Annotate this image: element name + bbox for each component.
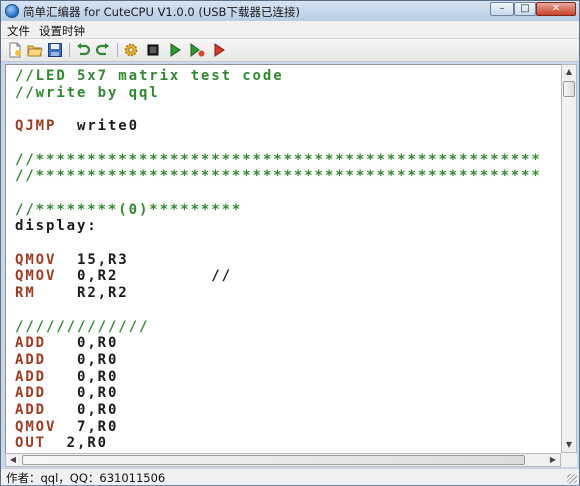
open-folder-icon[interactable]: [27, 42, 43, 58]
scroll-right-arrow-icon[interactable]: ▶: [546, 453, 560, 467]
menu-bar: 文件 设置时钟: [1, 21, 579, 39]
menu-set-clock[interactable]: 设置时钟: [39, 23, 85, 39]
app-globe-icon: [5, 4, 19, 18]
code-text: 0,R0: [46, 385, 119, 402]
code-keyword: ADD: [15, 385, 46, 402]
toolbar-separator: [117, 43, 118, 57]
resize-grip-icon[interactable]: [567, 474, 577, 484]
code-keyword: QMOV: [15, 251, 57, 268]
code-keyword: RM: [15, 285, 36, 302]
close-button[interactable]: ✕: [536, 2, 576, 16]
step-icon[interactable]: [189, 42, 205, 58]
maximize-button[interactable]: □: [514, 2, 536, 16]
code-line[interactable]: OUT 2,R0: [15, 435, 108, 452]
scroll-left-arrow-icon[interactable]: ◀: [6, 453, 20, 467]
horizontal-scroll-thumb[interactable]: [22, 455, 525, 465]
code-comment: //LED 5x7 matrix test code: [15, 68, 284, 84]
code-keyword: ADD: [15, 402, 46, 418]
status-bar: 作者：qql，QQ：631011506: [1, 468, 579, 485]
minimize-button[interactable]: –: [490, 2, 514, 16]
save-disk-icon[interactable]: [47, 42, 63, 58]
code-line[interactable]: ADD 0,R0: [15, 369, 118, 386]
code-line[interactable]: //********(0)*********: [15, 202, 242, 219]
horizontal-scrollbar[interactable]: ◀ ▶: [5, 453, 561, 467]
code-text: 0,R0: [46, 335, 119, 352]
code-line[interactable]: QMOV 15,R3: [15, 252, 129, 269]
vertical-scrollbar[interactable]: ▲ ▼: [561, 64, 577, 453]
code-editor[interactable]: //LED 5x7 matrix test code//write by qql…: [5, 64, 563, 455]
code-comment: //********(0)*********: [15, 201, 243, 218]
code-line[interactable]: ADD 0,R0: [15, 335, 118, 352]
code-line[interactable]: //write by qql: [15, 85, 160, 102]
code-text: 2,R0: [46, 435, 108, 452]
code-keyword: QMOV: [15, 268, 57, 285]
scroll-down-arrow-icon[interactable]: ▼: [562, 438, 576, 452]
new-file-icon[interactable]: [7, 42, 23, 58]
toolbar: [1, 39, 579, 62]
code-line[interactable]: //**************************************…: [15, 168, 542, 185]
code-keyword: ADD: [15, 351, 46, 368]
toolbar-separator: [69, 43, 70, 57]
scroll-corner: [561, 453, 577, 467]
code-keyword: QJMP: [15, 118, 57, 135]
code-comment: //write by qql: [15, 84, 160, 101]
code-line[interactable]: //**************************************…: [15, 152, 542, 169]
code-keyword: ADD: [15, 368, 46, 385]
title-bar[interactable]: 简单汇编器 for CuteCPU V1.0.0 (USB下载器已连接) – □…: [1, 1, 579, 21]
code-comment: //**************************************…: [15, 168, 542, 185]
code-text: write0: [56, 118, 139, 135]
code-comment: //**************************************…: [15, 151, 542, 168]
vertical-scroll-thumb[interactable]: [563, 81, 575, 97]
code-keyword: QMOV: [15, 418, 57, 435]
undo-icon[interactable]: [75, 42, 91, 58]
code-line[interactable]: RM R2,R2: [15, 285, 129, 302]
download-icon[interactable]: [211, 42, 227, 58]
run-icon[interactable]: [167, 42, 183, 58]
code-comment: /////////////: [15, 318, 150, 335]
code-line[interactable]: QJMP write0: [15, 118, 139, 135]
code-text: 0,R0: [46, 402, 119, 418]
status-author-text: 作者：qql，QQ：631011506: [6, 471, 166, 485]
gear-icon[interactable]: [123, 42, 139, 58]
code-keyword: OUT: [15, 435, 46, 452]
code-keyword: ADD: [15, 335, 46, 352]
code-line[interactable]: /////////////: [15, 319, 149, 336]
code-text: 15,R3: [56, 251, 129, 268]
code-line[interactable]: QMOV 7,R0: [15, 419, 118, 436]
code-line[interactable]: display:: [15, 218, 98, 235]
code-line[interactable]: ADD 0,R0: [15, 402, 118, 419]
code-text: 7,R0: [56, 418, 119, 435]
scroll-up-arrow-icon[interactable]: ▲: [562, 65, 576, 79]
code-line[interactable]: ADD 0,R0: [15, 352, 118, 369]
code-text: 0,R2 //: [56, 268, 232, 285]
code-text: 0,R0: [46, 351, 119, 368]
code-line[interactable]: //LED 5x7 matrix test code: [15, 68, 284, 85]
code-line[interactable]: QMOV 0,R2 //: [15, 268, 232, 285]
code-text: display:: [15, 218, 98, 235]
code-line[interactable]: ADD 0,R0: [15, 385, 118, 402]
window-title: 简单汇编器 for CuteCPU V1.0.0 (USB下载器已连接): [23, 5, 300, 19]
stop-icon[interactable]: [145, 42, 161, 58]
menu-file[interactable]: 文件: [7, 23, 30, 39]
redo-icon[interactable]: [95, 42, 111, 58]
code-text: R2,R2: [35, 285, 129, 302]
app-window: 简单汇编器 for CuteCPU V1.0.0 (USB下载器已连接) – □…: [0, 0, 580, 485]
code-text: 0,R0: [46, 368, 119, 385]
